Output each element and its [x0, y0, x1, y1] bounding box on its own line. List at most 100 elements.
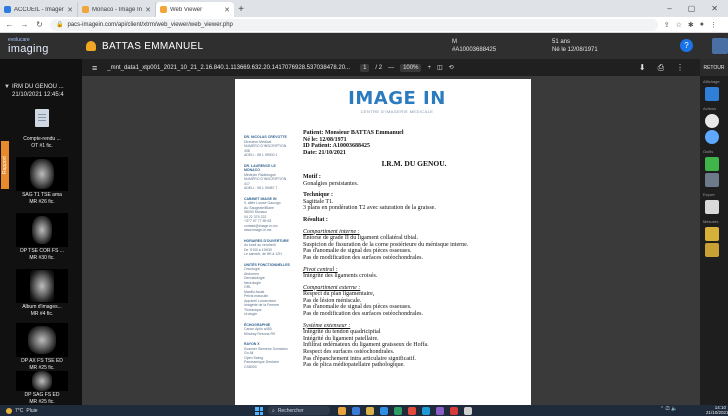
born-line: Né le: 12/08/1971: [303, 136, 347, 143]
browser-menu-icon[interactable]: ⋮: [710, 21, 717, 29]
close-window-icon[interactable]: ✕: [711, 4, 718, 13]
zoom-out-button[interactable]: —: [388, 65, 394, 71]
ruler-icon[interactable]: [705, 227, 719, 241]
layout-grid-icon[interactable]: [705, 87, 719, 101]
series-count: MR #30 fic.: [29, 255, 55, 261]
patient-age-block: 51 ans Né le 12/08/1971: [552, 38, 598, 54]
clinic-info-block: DR. LAURENCE LE MONACO Médecin Radiologue…: [244, 164, 292, 191]
crop-tool-icon[interactable]: [705, 173, 719, 187]
menu-icon[interactable]: ≡: [92, 63, 97, 73]
tools-panel: RETOUR Affichage Actions Outils Export M…: [700, 59, 728, 405]
taskbar-app-icon[interactable]: [422, 407, 430, 415]
study-header[interactable]: ▼ IRM DU GENOU ... 21/10/2021 12:45:4: [4, 83, 80, 99]
series-label: DP AX FS TSE ED: [21, 358, 63, 364]
rapport-tab[interactable]: Rapport: [1, 141, 9, 189]
print-icon[interactable]: ⎙: [658, 63, 664, 73]
motif-text: Gonalgies persistantes.: [303, 180, 359, 187]
more-options-icon[interactable]: ⋮: [676, 63, 684, 73]
motif-label: Motif :: [303, 173, 321, 180]
weather-icon: [6, 407, 12, 414]
minimize-icon[interactable]: –: [667, 4, 671, 13]
series-image: [16, 213, 68, 247]
zoom-tool-icon[interactable]: [705, 130, 719, 144]
search-placeholder: Rechercher: [277, 407, 304, 414]
technique-line: 3 plans en pondération T2 avec saturatio…: [303, 205, 436, 212]
clinic-info-block: DR. NICOLAS CREVOTTE Directeur Médical NUM…: [244, 135, 292, 158]
download-icon[interactable]: ⬇: [639, 63, 646, 73]
series-thumbnail[interactable]: DP TSE COR FS ... MR #30 fic.: [16, 213, 68, 261]
tab-label: Monaco - Image In: [92, 6, 143, 13]
tab-favicon-icon: [82, 6, 89, 13]
page-total: / 2: [375, 64, 383, 71]
taskbar-app-icon[interactable]: [464, 407, 472, 415]
weather-widget[interactable]: 7°C Pluie: [0, 407, 38, 414]
finding-line: Pas d'anomalie de signal des pièces osse…: [303, 248, 412, 255]
url-field[interactable]: 🔒 pacs-imagein.com/api/client/xtrm/web_v…: [50, 18, 658, 31]
camera-icon[interactable]: [705, 200, 719, 214]
contrast-icon[interactable]: [705, 114, 719, 128]
taskbar-app-icon[interactable]: [394, 407, 402, 415]
page-number-input[interactable]: 1: [360, 63, 370, 72]
series-thumbnail[interactable]: DP AX FS TSE ED MR #25 fic.: [16, 323, 68, 371]
app-logo[interactable]: evolucare imaging: [0, 33, 58, 59]
taskbar-search[interactable]: ⌕ Rechercher: [268, 406, 330, 415]
series-thumbnail[interactable]: DP SAG FS ED MR #25 fic.: [16, 371, 68, 405]
fit-page-icon[interactable]: ◫: [437, 64, 443, 71]
app-header: evolucare imaging BATTAS EMMANUEL M #A10…: [0, 33, 728, 59]
brand-subtitle: CENTRE D'IMAGERIE MEDICALE: [360, 109, 434, 114]
taskbar-app-icon[interactable]: [338, 407, 346, 415]
series-thumbnail[interactable]: Album d'images... MR #4 fic.: [16, 269, 68, 317]
user-menu-button[interactable]: [712, 38, 728, 54]
zoom-level[interactable]: 100%: [400, 63, 422, 72]
technique-label: Technique :: [303, 192, 333, 199]
patient-id-block: M #A10003688425: [452, 38, 496, 54]
profile-icon[interactable]: ●: [700, 21, 704, 29]
series-thumbnail[interactable]: SAG T1 TSE ama MR #26 fic.: [16, 157, 68, 205]
maximize-icon[interactable]: ▢: [688, 4, 696, 13]
browser-tab-web-viewer[interactable]: Web Viewer ✕: [156, 2, 234, 17]
help-icon[interactable]: ?: [680, 39, 693, 52]
zoom-in-button[interactable]: +: [427, 65, 431, 71]
windows-start-icon[interactable]: [255, 407, 263, 415]
finding-line: Pas de modification des surfaces ostéoch…: [303, 254, 423, 261]
extension-icon[interactable]: ✱: [688, 21, 694, 29]
series-label: Album d'images...: [22, 304, 62, 310]
patient-line: Patient: Monsieur BATTAS Emmanuel: [303, 130, 404, 136]
system-tray[interactable]: ⌃ ⎚ 🔈: [660, 406, 677, 412]
tab-favicon-icon: [160, 6, 167, 13]
study-panel: Rapport ▼ IRM DU GENOU ... 21/10/2021 12…: [0, 59, 82, 405]
document-viewport[interactable]: IMAGE IN CENTRE D'IMAGERIE MEDICALE DR. …: [82, 76, 700, 405]
taskbar-app-icon[interactable]: [380, 407, 388, 415]
finding-line: Pas de modification des surfaces ostéoch…: [303, 311, 423, 318]
new-tab-button[interactable]: +: [234, 2, 248, 17]
clinic-info-block: CABINET IMAGE IN 9, allée Louise Gauvigo A…: [244, 197, 292, 233]
study-date: 21/10/2021 12:45:4: [12, 92, 64, 98]
section-pivot-label: Pivot central :: [303, 266, 338, 273]
series-thumbnail[interactable]: Compte-rendu ... OT #1 fic.: [16, 101, 68, 149]
forward-arrow-icon[interactable]: →: [20, 20, 29, 29]
finding-line: Respect des surfaces ostéochondrales.: [303, 349, 395, 356]
date-line: Date: 21/10/2021: [303, 149, 346, 156]
clinic-info-block: HORAIRES D'OUVERTURE du lundi au vendredi…: [244, 239, 292, 257]
taskbar-app-icon[interactable]: [436, 407, 444, 415]
back-arrow-icon[interactable]: ←: [5, 20, 14, 29]
rotate-icon[interactable]: ⟲: [449, 64, 454, 71]
system-clock[interactable]: 14:10 21/10/2021: [706, 405, 728, 415]
taskbar-app-icon[interactable]: [352, 407, 360, 415]
taskbar-app-icon[interactable]: [366, 407, 374, 415]
pan-tool-icon[interactable]: [705, 157, 719, 171]
browser-tab-monaco[interactable]: Monaco - Image In ✕: [78, 2, 156, 17]
series-count: MR #26 fic.: [29, 199, 55, 205]
close-tab-icon[interactable]: ✕: [145, 6, 151, 14]
close-tab-icon[interactable]: ✕: [224, 6, 230, 14]
share-icon[interactable]: ⇪: [664, 21, 670, 29]
taskbar-app-icon[interactable]: [450, 407, 458, 415]
back-button[interactable]: RETOUR: [700, 59, 728, 76]
taskbar-app-icon[interactable]: [408, 407, 416, 415]
reload-icon[interactable]: ↻: [35, 20, 44, 29]
close-tab-icon[interactable]: ✕: [67, 6, 73, 14]
angle-icon[interactable]: [705, 243, 719, 257]
bookmark-star-icon[interactable]: ☆: [676, 21, 682, 29]
browser-tab-accueil[interactable]: ACCUEIL - Imagerie Monaco ✕: [0, 2, 78, 17]
chevron-down-icon[interactable]: ▼: [4, 83, 10, 91]
